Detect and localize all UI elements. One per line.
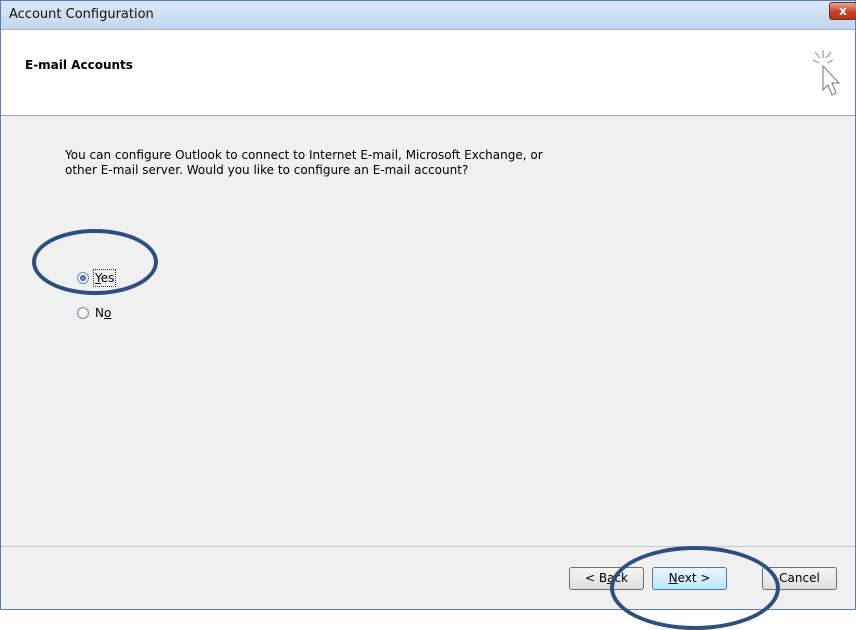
radio-selected-icon[interactable] — [77, 272, 89, 284]
description-text: You can configure Outlook to connect to … — [65, 148, 543, 177]
wizard-content: You can configure Outlook to connect to … — [1, 116, 855, 546]
wizard-cursor-icon — [812, 50, 841, 96]
radio-yes-label: Yes — [92, 269, 117, 287]
next-button[interactable]: Next > — [652, 567, 727, 590]
page-title: E-mail Accounts — [25, 58, 133, 72]
window-title: Account Configuration — [9, 7, 154, 22]
account-configuration-dialog: Account Configuration x E-mail Accounts … — [0, 0, 856, 610]
wizard-header: E-mail Accounts — [1, 30, 855, 116]
radio-yes[interactable]: Yes — [77, 269, 117, 287]
close-icon: x — [839, 4, 847, 18]
radio-unselected-icon[interactable] — [77, 307, 89, 319]
radio-no-label: No — [95, 306, 112, 320]
radio-no[interactable]: No — [77, 306, 111, 320]
close-button[interactable]: x — [829, 2, 856, 20]
back-button[interactable]: < Back — [569, 567, 644, 590]
cancel-button[interactable]: Cancel — [762, 567, 837, 590]
button-bar: < Back Next > Cancel — [1, 546, 855, 610]
title-bar[interactable]: Account Configuration x — [1, 1, 856, 30]
